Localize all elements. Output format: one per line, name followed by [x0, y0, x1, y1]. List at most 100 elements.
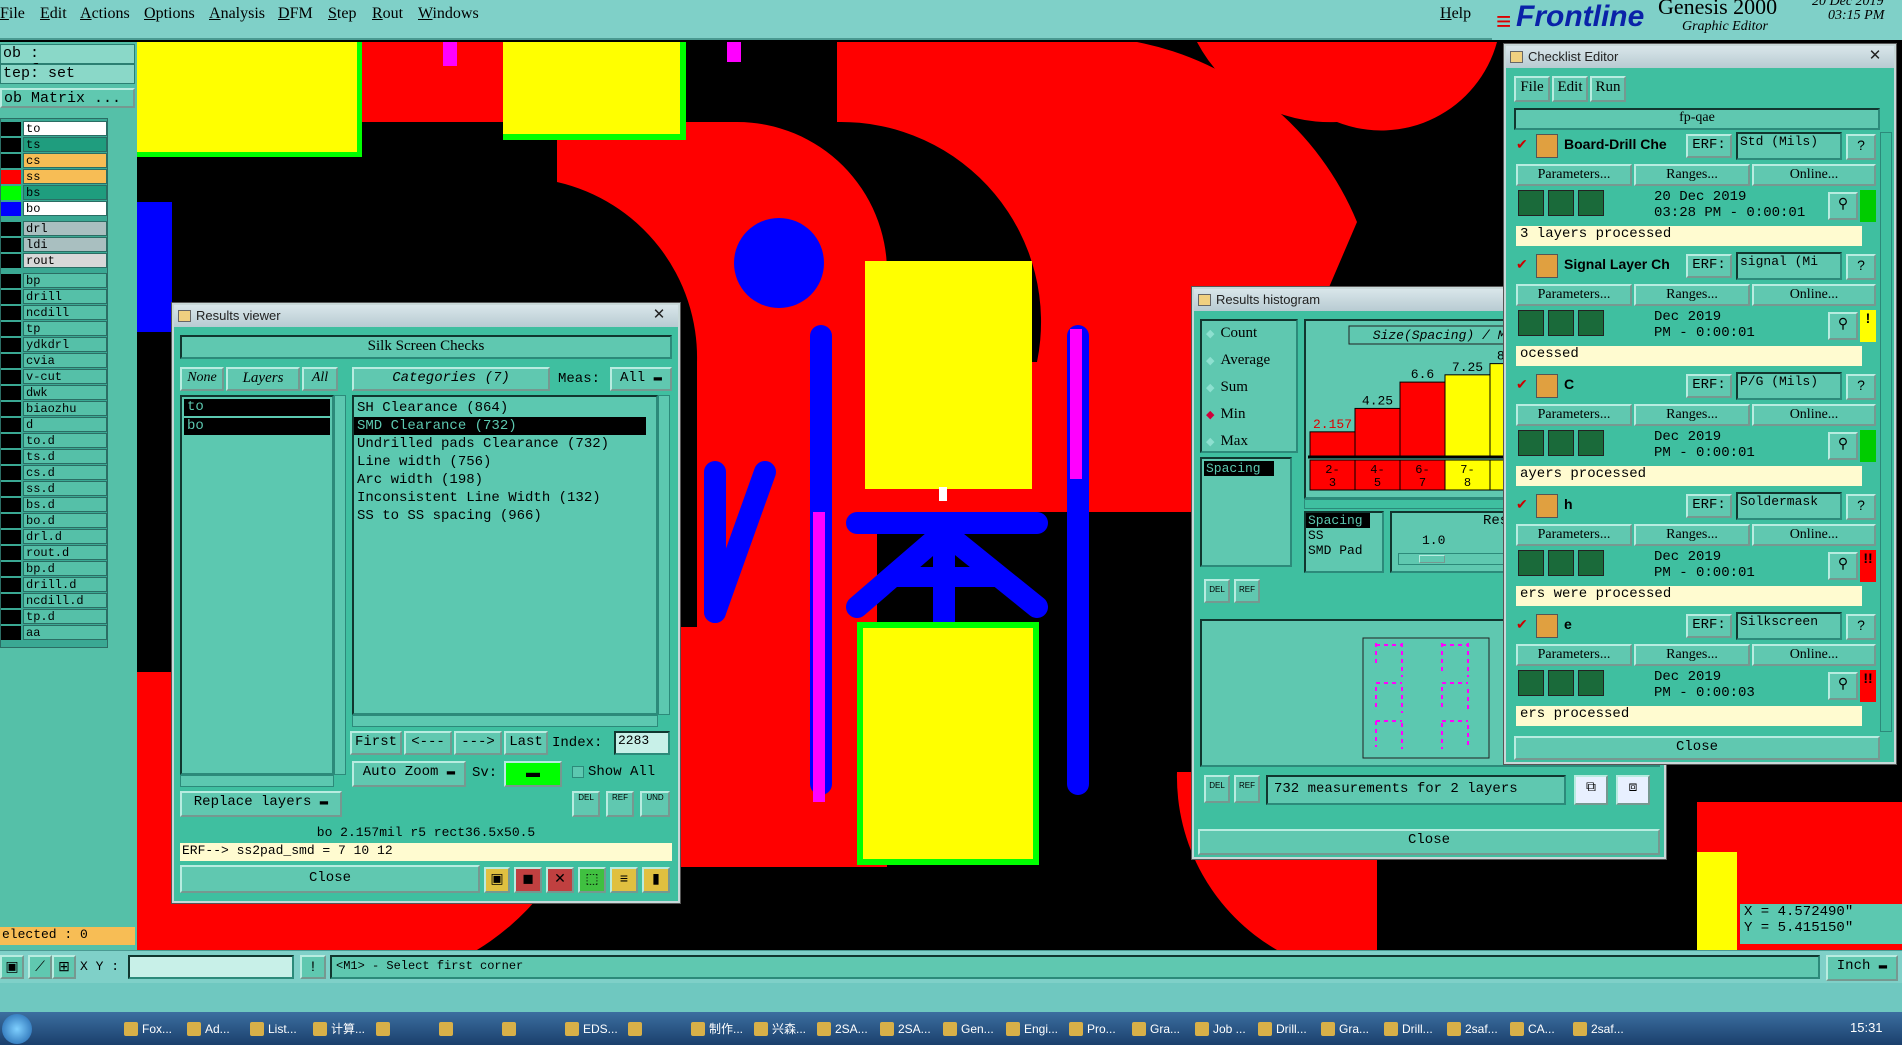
hist-del-button[interactable]: DEL — [1204, 579, 1230, 603]
layer-color-swatch[interactable] — [1, 138, 21, 152]
layer-row[interactable]: ydkdrl — [1, 337, 109, 353]
erf-button[interactable]: ERF: — [1686, 494, 1732, 518]
category-item[interactable]: SS to SS spacing (966) — [354, 507, 656, 525]
layer-color-swatch[interactable] — [1, 546, 21, 560]
ranges-button[interactable]: Ranges... — [1634, 404, 1750, 426]
taskbar-item[interactable]: Gra... — [1317, 1016, 1377, 1042]
action-title[interactable]: C — [1564, 376, 1682, 392]
sv-color-dropdown[interactable]: ▬ — [504, 761, 562, 787]
results-viewer-titlebar[interactable]: Results viewer ✕ — [174, 305, 678, 327]
histogram-bar[interactable] — [1309, 431, 1356, 457]
ranges-button[interactable]: Ranges... — [1634, 644, 1750, 666]
measure-item[interactable]: SMD Pad — [1306, 543, 1382, 558]
layer-name[interactable]: ncdill.d — [23, 593, 107, 608]
measure-list[interactable]: Spacing SS SMD Pad — [1304, 511, 1384, 573]
layer-row[interactable]: ncdill.d — [1, 593, 109, 609]
category-item[interactable]: Undrilled pads Clearance (732) — [354, 435, 656, 453]
stop-icon[interactable] — [1578, 430, 1604, 456]
layer-name[interactable]: ts — [23, 137, 107, 152]
taskbar-item[interactable]: EDS... — [561, 1016, 621, 1042]
stop-icon[interactable]: ◼ — [514, 867, 542, 893]
erf-button[interactable]: ERF: — [1686, 614, 1732, 638]
erf-value[interactable]: P/G (Mils) — [1736, 372, 1842, 400]
action-icon[interactable] — [1536, 254, 1558, 278]
measure-icon[interactable]: ⟋ — [28, 955, 52, 979]
action-icon[interactable] — [1536, 494, 1558, 518]
show-icon[interactable] — [1548, 310, 1574, 336]
layer-color-swatch[interactable] — [1, 434, 21, 448]
erf-value[interactable]: Silkscreen — [1736, 612, 1842, 640]
slider-thumb[interactable] — [1419, 555, 1445, 563]
cross-icon[interactable]: ✕ — [546, 867, 574, 893]
zoom-icon[interactable]: ⚲ — [1828, 672, 1858, 700]
show-all-checkbox[interactable] — [572, 766, 584, 778]
taskbar-item[interactable]: Pro... — [1065, 1016, 1125, 1042]
layer-name[interactable]: ss.d — [23, 481, 107, 496]
menu-step[interactable]: Step — [328, 5, 356, 23]
layer-name[interactable]: ydkdrl — [23, 337, 107, 352]
layer-row[interactable]: bs.d — [1, 497, 109, 513]
layer-name[interactable]: rout.d — [23, 545, 107, 560]
layer-color-swatch[interactable] — [1, 370, 21, 384]
histogram-close-button[interactable]: Close — [1198, 829, 1660, 855]
taskbar-item[interactable]: Ad... — [183, 1016, 243, 1042]
layer-name[interactable]: drill — [23, 289, 107, 304]
measure-item[interactable]: SS — [1306, 528, 1382, 543]
check-mark-icon[interactable]: ✔ — [1516, 136, 1528, 153]
del-button[interactable]: DEL — [572, 791, 600, 817]
layer-name[interactable]: aa — [23, 625, 107, 640]
layer-name[interactable]: bs.d — [23, 497, 107, 512]
layer-row[interactable]: bp — [1, 273, 109, 289]
mode-radio[interactable]: ◆ Count — [1206, 325, 1257, 345]
layer-color-swatch[interactable] — [1, 290, 21, 304]
layer-color-swatch[interactable] — [1, 594, 21, 608]
taskbar-item[interactable]: 计算... — [309, 1016, 369, 1042]
histogram-bar[interactable] — [1444, 374, 1491, 457]
radio-icon[interactable]: ◆ — [1206, 382, 1214, 394]
layer-color-swatch[interactable] — [1, 626, 21, 640]
layer-color-swatch[interactable] — [1, 338, 21, 352]
grid-icon[interactable]: ⊞ — [52, 955, 76, 979]
layer-row[interactable]: biaozhu — [1, 401, 109, 417]
taskbar-item[interactable] — [498, 1016, 558, 1042]
layer-name[interactable]: ldi — [23, 237, 107, 252]
layer-row[interactable]: cs — [1, 153, 109, 169]
checklist-close-button[interactable]: Close — [1514, 736, 1880, 760]
layer-name[interactable]: to — [23, 121, 107, 136]
index-input[interactable]: 2283 — [614, 731, 670, 755]
categories-scrollbar[interactable] — [658, 395, 670, 715]
job-matrix-button[interactable]: ob Matrix ... — [0, 88, 135, 108]
layer-row[interactable]: drill.d — [1, 577, 109, 593]
action-title[interactable]: Signal Layer Ch — [1564, 256, 1682, 272]
check-mark-icon[interactable]: ✔ — [1516, 496, 1528, 513]
taskbar-item[interactable]: List... — [246, 1016, 306, 1042]
radio-icon[interactable]: ◆ — [1206, 328, 1214, 340]
layer-name[interactable]: bs — [23, 185, 107, 200]
layer-name[interactable]: tp — [23, 321, 107, 336]
layer-color-swatch[interactable] — [1, 578, 21, 592]
meas-dropdown[interactable]: All ▬ — [610, 367, 672, 391]
layer-list-scrollbar[interactable] — [334, 395, 346, 775]
preview-ref-button[interactable]: REF — [1234, 775, 1260, 803]
hist-ref-button[interactable]: REF — [1234, 579, 1260, 603]
layer-name[interactable]: bp — [23, 273, 107, 288]
layer-row[interactable]: bs — [1, 185, 109, 201]
xy-input[interactable] — [128, 955, 294, 979]
report-icon[interactable]: ≡ — [610, 867, 638, 893]
layer-color-swatch[interactable] — [1, 386, 21, 400]
show-icon[interactable] — [1548, 550, 1574, 576]
taskbar-item[interactable]: 制作... — [687, 1016, 747, 1042]
layer-name[interactable]: bp.d — [23, 561, 107, 576]
layer-color-swatch[interactable] — [1, 418, 21, 432]
help-icon[interactable]: ? — [1846, 614, 1876, 640]
first-button[interactable]: First — [350, 731, 402, 755]
last-button[interactable]: Last — [504, 731, 548, 755]
radio-icon[interactable]: ◆ — [1206, 409, 1214, 421]
category-item[interactable]: Line width (756) — [354, 453, 656, 471]
histogram-bar[interactable] — [1354, 407, 1401, 457]
layer-color-swatch[interactable] — [1, 466, 21, 480]
layer-color-swatch[interactable] — [1, 202, 21, 216]
run-icon[interactable] — [1518, 430, 1544, 456]
taskbar-item[interactable]: Fox... — [120, 1016, 180, 1042]
ranges-button[interactable]: Ranges... — [1634, 284, 1750, 306]
